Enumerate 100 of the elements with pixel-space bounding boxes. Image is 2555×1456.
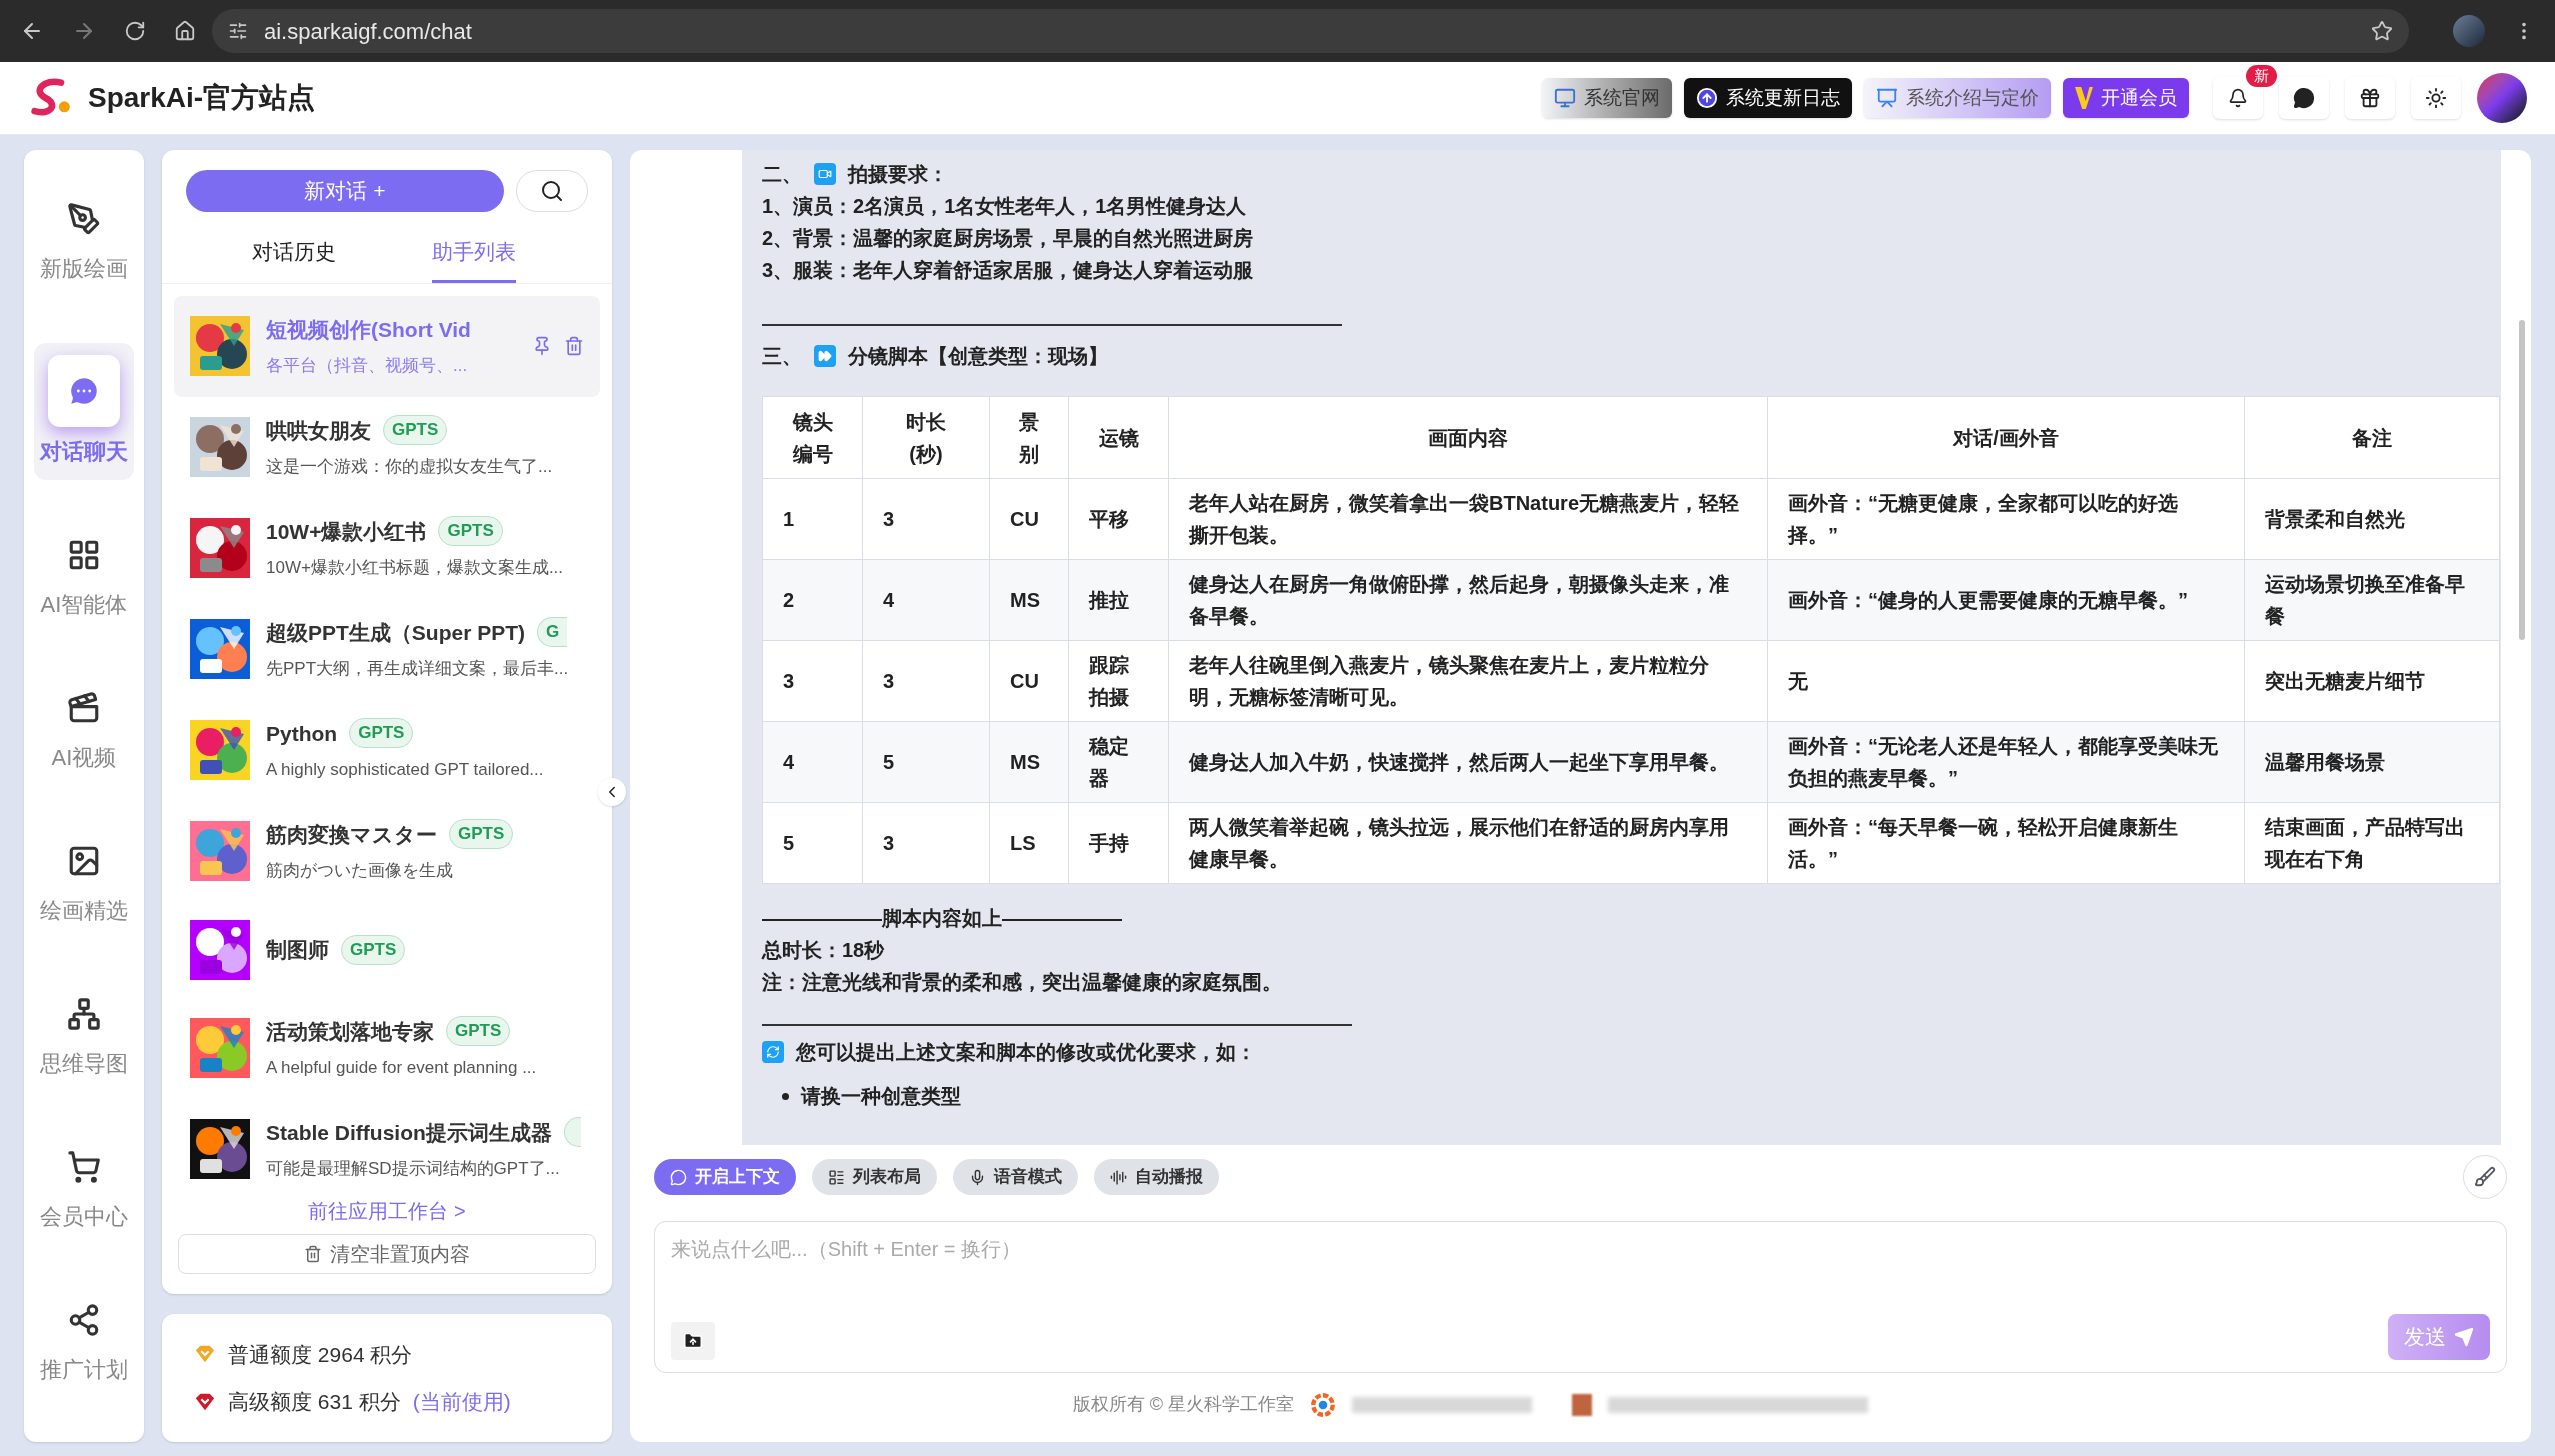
nav-item[interactable]: AI视频 (34, 679, 134, 786)
assistant-title: 10W+爆款小红书 (266, 518, 427, 545)
table-cell: MS (989, 721, 1069, 803)
table-cell: 画外音：“无糖更健康，全家都可以吃的好选择。” (1767, 478, 2245, 560)
site-title: SparkAi-官方站点 (88, 81, 316, 115)
table-cell: 画外音：“健身的人更需要健康的无糖早餐。” (1767, 559, 2245, 641)
assistant-item[interactable]: 活动策划落地专家 GPTS A helpful guide for event planning ... (174, 997, 600, 1099)
assistant-title: Stable Diffusion提示词生成器 (266, 1119, 552, 1146)
assistant-item[interactable]: Python GPTS A highly sophisticated GPT tailored... (174, 699, 600, 801)
section-title: 拍摄要求： (848, 162, 948, 187)
header-button[interactable]: 系统官网 (1542, 78, 1672, 118)
assistant-item[interactable]: 哄哄女朋友 GPTS 这是一个游戏：你的虚拟女友生气了... (174, 396, 600, 498)
note-text: 注：注意光线和背景的柔和感，突出温馨健康的家庭氛围。 (762, 970, 1283, 995)
assistant-description: A highly sophisticated GPT tailored... (266, 759, 545, 781)
toolbar-button[interactable]: 列表布局 (812, 1159, 937, 1195)
table-cell: 结束画面，产品特写出现在右下角 (2244, 802, 2500, 884)
credit-text: 普通额度 2964 积分 (228, 1341, 413, 1368)
nav-label: 新版绘画 (40, 255, 128, 283)
gpts-tag: GPTS (449, 819, 514, 850)
assistant-description: 筋肉がついた画像を生成 (266, 860, 454, 882)
panel-tab[interactable]: 对话历史 (252, 228, 336, 283)
column-header: 时长(秒) (862, 396, 990, 479)
assistant-item[interactable]: 制图师 GPTS (174, 901, 600, 998)
nav-label: AI智能体 (40, 591, 128, 619)
nav-item[interactable]: 会员中心 (34, 1138, 134, 1245)
table-cell: 平移 (1068, 478, 1169, 560)
requirement-line: 1、演员：2名演员，1名女性老年人，1名男性健身达人 (762, 194, 1248, 219)
nav-label: 推广计划 (40, 1356, 128, 1384)
nav-item[interactable]: 绘画精选 (34, 832, 134, 939)
header-button[interactable]: 开通会员 (2063, 78, 2189, 118)
table-cell: 跟踪拍摄 (1068, 640, 1169, 722)
notification-badge: 新 (2246, 65, 2277, 87)
panel-tab[interactable]: 助手列表 (432, 228, 516, 283)
nav-item[interactable]: 思维导图 (34, 985, 134, 1092)
table-cell: 1 (762, 478, 863, 560)
table-cell: 运动场景切换至准备早餐 (2244, 559, 2500, 641)
table-cell: 2 (762, 559, 863, 641)
clear-button[interactable]: 清空非置顶内容 (178, 1233, 596, 1274)
current-use-link[interactable]: (当前使用) (412, 1386, 511, 1418)
assistant-item[interactable]: 筋肉変換マスター GPTS 筋肉がついた画像を生成 (174, 800, 600, 902)
assistant-item[interactable]: 超级PPT生成（Super PPT) G 先PPT大纲，再生成详细文案，最后丰... (174, 598, 600, 700)
table-cell: 画外音：“无论老人还是年轻人，都能享受美味无负担的燕麦早餐。” (1767, 721, 2245, 803)
gpts-tag: GPTS (446, 1016, 511, 1047)
table-cell: 健身达人加入牛奶，快速搅拌，然后两人一起坐下享用早餐。 (1168, 721, 1768, 803)
table-cell: MS (989, 559, 1069, 641)
table-cell: 稳定器 (1068, 721, 1169, 803)
header-button[interactable]: 系统更新日志 (1684, 78, 1852, 118)
table-cell: 3 (862, 640, 990, 722)
table-cell: 无 (1767, 640, 2245, 722)
assistant-item[interactable]: 短视频创作(Short Vid 各平台（抖音、视频号、... (174, 295, 600, 397)
header-button[interactable]: 系统介绍与定价 (1864, 78, 2051, 118)
column-header: 运镜 (1068, 396, 1169, 479)
assistant-description: 10W+爆款小红书标题，爆款文案生成... (266, 557, 565, 579)
gpts-tag: G (537, 617, 568, 648)
table-cell: LS (989, 802, 1069, 884)
table-cell: 5 (862, 721, 990, 803)
table-cell: 推拉 (1068, 559, 1169, 641)
section-title: 分镜脚本【创意类型：现场】 (848, 344, 1108, 369)
table-cell: 温馨用餐场景 (2244, 721, 2500, 803)
table-cell: 5 (762, 802, 863, 884)
address-bar[interactable]: ai.sparkaigf.com/chat (212, 9, 2409, 53)
toolbar-button[interactable]: 语音模式 (953, 1159, 1078, 1195)
total-duration: 总时长：18秒 (762, 938, 886, 963)
nav-item[interactable]: AI智能体 (34, 526, 134, 633)
toolbar-button[interactable]: 开启上下文 (654, 1159, 796, 1195)
nav-item[interactable]: 新版绘画 (34, 190, 134, 297)
gpts-tag: GPTS (383, 415, 448, 446)
prompt-text: 您可以提出上述文案和脚本的修改或优化要求，如： (796, 1040, 1256, 1065)
column-header: 景别 (989, 396, 1069, 479)
assistant-description: 先PPT大纲，再生成详细文案，最后丰... (266, 658, 570, 680)
section-heading: 二、 (762, 162, 802, 187)
new-chat-button[interactable]: 新对话 + (186, 170, 504, 212)
assistant-title: Python (266, 720, 338, 747)
table-cell: 3 (762, 640, 863, 722)
table-cell: CU (989, 478, 1069, 560)
end-line: ——————脚本内容如上—————— (762, 906, 1123, 931)
column-header: 画面内容 (1168, 396, 1768, 479)
assistant-item[interactable]: 10W+爆款小红书 GPTS 10W+爆款小红书标题，爆款文案生成... (174, 497, 600, 599)
assistant-title: 筋肉変換マスター (266, 821, 437, 848)
gpts-tag: GPTS (349, 718, 414, 749)
assistant-title: 活动策划落地专家 (266, 1018, 434, 1045)
table-cell: 突出无糖麦片细节 (2244, 640, 2500, 722)
requirement-line: 2、背景：温馨的家庭厨房场景，早晨的自然光照进厨房 (762, 226, 1255, 251)
assistant-title: 短视频创作(Short Vid (266, 316, 471, 343)
toolbar-button[interactable]: 自动播报 (1094, 1159, 1219, 1195)
nav-item[interactable]: 推广计划 (34, 1291, 134, 1398)
table-cell: 3 (862, 478, 990, 560)
nav-label: 思维导图 (40, 1050, 128, 1078)
assistant-title: 哄哄女朋友 (266, 417, 371, 444)
assistant-description: 这是一个游戏：你的虚拟女友生气了... (266, 456, 554, 478)
nav-label: 对话聊天 (40, 438, 128, 466)
assistant-description: 各平台（抖音、视频号、... (266, 355, 469, 377)
table-cell: 4 (862, 559, 990, 641)
table-cell: 健身达人在厨房一角做俯卧撑，然后起身，朝摄像头走来，准备早餐。 (1168, 559, 1768, 641)
column-header: 对话/画外音 (1767, 396, 2245, 479)
nav-item[interactable]: 对话聊天 (34, 343, 134, 480)
url-text: ai.sparkaigf.com/chat (264, 17, 472, 46)
copyright-text: 版权所有 © 星火科学工作室 (1072, 1393, 1295, 1416)
table-cell: 手持 (1068, 802, 1169, 884)
requirement-line: 3、服装：老年人穿着舒适家居服，健身达人穿着运动服 (762, 258, 1255, 283)
